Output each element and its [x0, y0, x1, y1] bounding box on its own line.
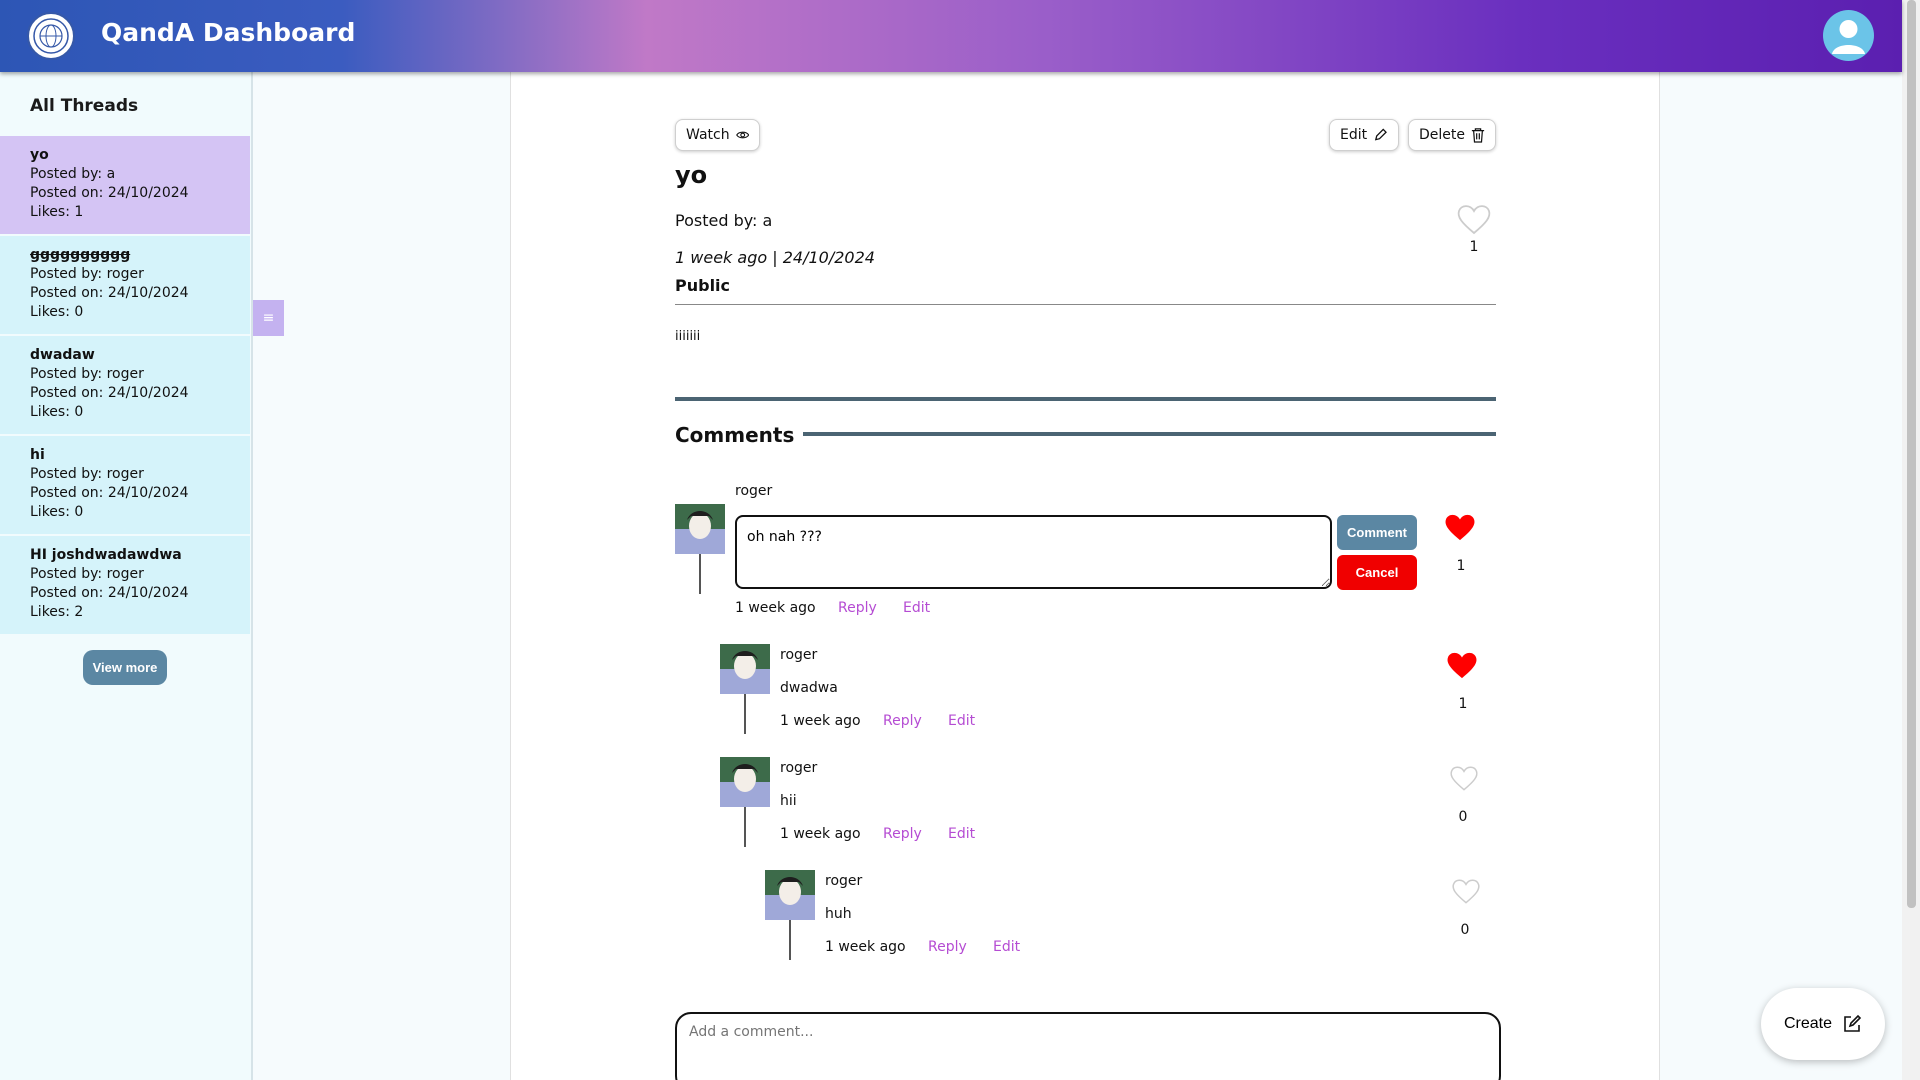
sidebar-toggle-button[interactable]: ≡ [253, 300, 284, 336]
thread-title: HI joshdwadawdwa [30, 547, 182, 563]
logo[interactable] [27, 12, 75, 60]
thread-author: Posted by: roger [30, 366, 144, 382]
thread-date: Posted on: 24/10/2024 [30, 485, 189, 501]
comment-like-count: 0 [1458, 809, 1468, 825]
create-button[interactable]: Create [1761, 988, 1885, 1060]
thread-item[interactable]: yo Posted by: a Posted on: 24/10/2024 Li… [0, 136, 250, 234]
user-icon [1832, 20, 1865, 54]
thread-author: Posted by: roger [30, 266, 144, 282]
comment-time: 1 week ago [780, 826, 861, 842]
divider [803, 432, 1496, 436]
user-avatar[interactable] [1823, 10, 1874, 61]
comment-avatar[interactable] [720, 757, 770, 807]
divider [675, 397, 1496, 401]
thread-line [789, 920, 791, 960]
reply-link[interactable]: Reply [928, 939, 967, 955]
thread-date: Posted on: 24/10/2024 [30, 285, 189, 301]
comment-like-count: 1 [1458, 696, 1468, 712]
trash-icon [1471, 128, 1485, 143]
edit-label: Edit [1340, 127, 1368, 143]
thread-line [744, 694, 746, 734]
comment-author: roger [780, 647, 818, 663]
thread-author: Posted by: a [30, 166, 116, 182]
post-body: iiiiiii [675, 329, 701, 344]
thread-author: Posted by: roger [30, 466, 144, 482]
delete-label: Delete [1419, 127, 1465, 143]
edit-comment-link[interactable]: Edit [903, 600, 930, 616]
edit-comment-link[interactable]: Edit [993, 939, 1020, 955]
thread-title: dwadaw [30, 347, 95, 363]
edit-comment-field[interactable]: oh nah ??? [735, 515, 1332, 589]
thread-author: Posted by: roger [30, 566, 144, 582]
reply-link[interactable]: Reply [838, 600, 877, 616]
reply-link[interactable]: Reply [883, 713, 922, 729]
post-title: yo [675, 161, 708, 189]
scrollbar-thumb[interactable] [1907, 0, 1916, 908]
comment-submit-button[interactable]: Comment [1337, 515, 1417, 550]
comment-text: dwadwa [780, 680, 838, 696]
app-title: QandA Dashboard [101, 18, 356, 47]
divider [675, 304, 1496, 305]
comment-like-count: 1 [1456, 558, 1466, 574]
sidebar: All Threads yo Posted by: a Posted on: 2… [0, 72, 253, 1080]
top-header: QandA Dashboard [0, 0, 1902, 72]
view-more-button[interactable]: View more [83, 650, 167, 685]
heart-outline-icon[interactable] [1451, 877, 1481, 905]
watch-label: Watch [686, 127, 730, 143]
thread-item[interactable]: gggggggggg Posted by: roger Posted on: 2… [0, 236, 250, 334]
heart-outline-icon[interactable] [1456, 203, 1492, 235]
watch-button[interactable]: Watch [675, 119, 760, 151]
pencil-icon [1375, 128, 1388, 141]
thread-item[interactable]: hi Posted by: roger Posted on: 24/10/202… [0, 436, 250, 534]
thread-date: Posted on: 24/10/2024 [30, 385, 189, 401]
thread-title: hi [30, 447, 45, 463]
post-author: Posted by: a [675, 211, 773, 230]
comments-heading: Comments [675, 423, 795, 447]
sidebar-heading: All Threads [30, 96, 139, 116]
create-label: Create [1783, 1015, 1833, 1032]
thread-title: yo [30, 147, 49, 163]
comment-author: roger [825, 873, 863, 889]
comment-avatar[interactable] [675, 504, 725, 554]
heart-outline-icon[interactable] [1449, 764, 1479, 792]
thread-title: gggggggggg [30, 247, 131, 263]
post-date: 1 week ago | 24/10/2024 [675, 248, 875, 267]
thread-line [744, 807, 746, 847]
page-scrollbar[interactable] [1902, 0, 1920, 1080]
heart-filled-icon[interactable] [1443, 512, 1477, 542]
comment-avatar[interactable] [765, 870, 815, 920]
comment-time: 1 week ago [735, 600, 816, 616]
edit-comment-link[interactable]: Edit [948, 713, 975, 729]
compose-icon [1844, 1014, 1862, 1032]
add-comment-field[interactable] [675, 1012, 1501, 1080]
eye-icon [735, 131, 749, 139]
thread-line [699, 554, 701, 594]
comment-text: hii [780, 793, 797, 809]
cancel-button[interactable]: Cancel [1337, 555, 1417, 590]
thread-likes: Likes: 0 [30, 304, 84, 320]
comment-time: 1 week ago [825, 939, 906, 955]
comment-author: roger [780, 760, 818, 776]
heart-filled-icon[interactable] [1445, 650, 1479, 680]
thread-likes: Likes: 1 [30, 204, 84, 220]
comment-like-count: 0 [1460, 922, 1470, 938]
thread-item[interactable]: HI joshdwadawdwa Posted by: roger Posted… [0, 536, 250, 634]
comment-text: huh [825, 906, 852, 922]
comment-author: roger [735, 483, 773, 499]
thread-item[interactable]: dwadaw Posted by: roger Posted on: 24/10… [0, 336, 250, 434]
edit-comment-link[interactable]: Edit [948, 826, 975, 842]
thread-date: Posted on: 24/10/2024 [30, 585, 189, 601]
comment-time: 1 week ago [780, 713, 861, 729]
reply-link[interactable]: Reply [883, 826, 922, 842]
post-visibility: Public [675, 276, 731, 295]
thread-likes: Likes: 0 [30, 504, 84, 520]
thread-likes: Likes: 0 [30, 404, 84, 420]
thread-date: Posted on: 24/10/2024 [30, 185, 189, 201]
globe-logo-icon [33, 18, 69, 54]
post-like-count: 1 [1469, 239, 1479, 255]
comment-avatar[interactable] [720, 644, 770, 694]
delete-post-button[interactable]: Delete [1408, 119, 1496, 151]
edit-post-button[interactable]: Edit [1329, 119, 1399, 151]
thread-likes: Likes: 2 [30, 604, 84, 620]
